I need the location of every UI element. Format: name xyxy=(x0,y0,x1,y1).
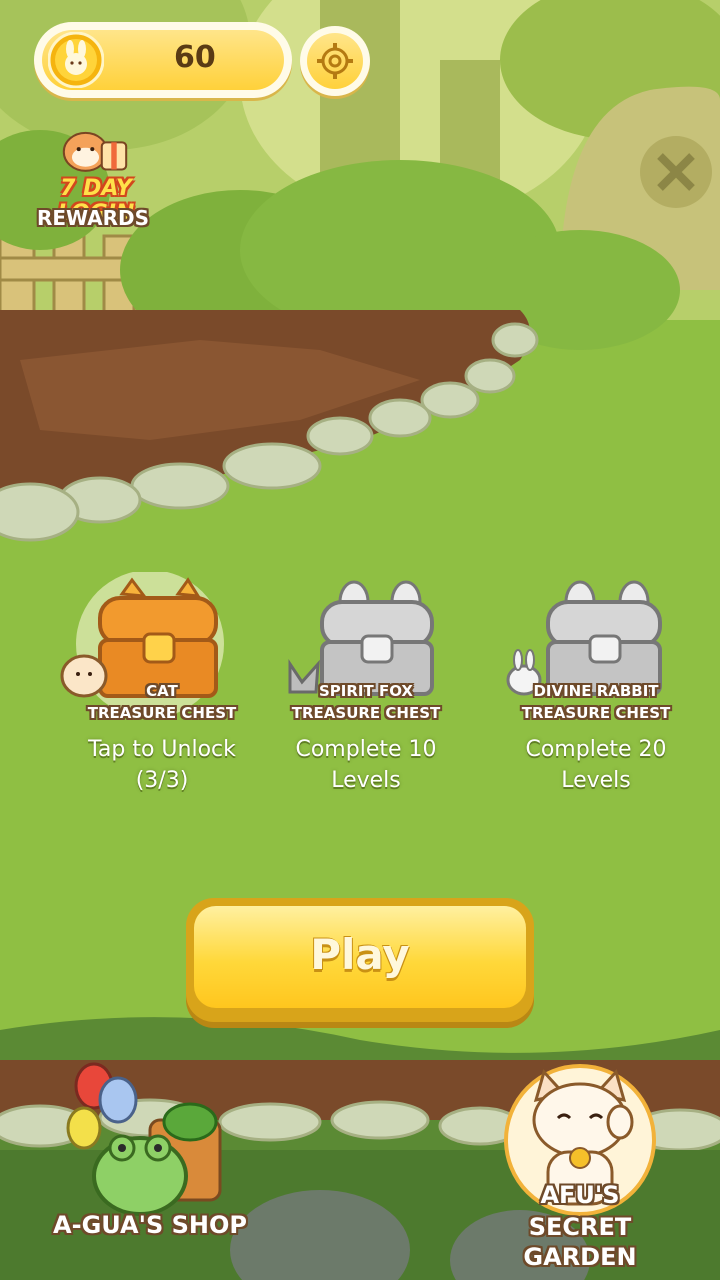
coin-count: 60 xyxy=(174,40,216,75)
fox-chest-name-line2: TREASURE CHEST xyxy=(291,704,441,722)
rabbit-chest-status-line2: Levels xyxy=(561,768,631,793)
a-gua-shop-button[interactable]: A-GUA'S SHOP xyxy=(40,1060,260,1260)
coin-balance: 60 xyxy=(34,22,292,98)
fox-chest-status-line1: Complete 10 xyxy=(295,737,437,762)
cat-treasure-chest[interactable]: CAT TREASURE CHEST Tap to Unlock (3/3) xyxy=(52,572,272,812)
cat-chest-status-line2: (3/3) xyxy=(135,768,189,793)
afu-secret-garden-button[interactable]: AFU'S SECRET GARDEN xyxy=(470,1060,690,1271)
rabbit-chest-status-line1: Complete 20 xyxy=(525,737,667,762)
play-button[interactable]: Play xyxy=(186,898,534,1022)
rabbit-chest-status: Complete 20 Levels xyxy=(486,734,706,796)
fox-chest-status: Complete 10 Levels xyxy=(256,734,476,796)
fox-chest-name-line1: SPIRIT FOX xyxy=(319,682,413,700)
frog-shop-icon xyxy=(66,1062,222,1216)
cat-chest-name-line1: CAT xyxy=(146,682,178,700)
fox-chest-status-line2: Levels xyxy=(331,768,401,793)
a-gua-shop-label: A-GUA'S SHOP xyxy=(53,1211,247,1239)
garden-label-line1: AFU'S xyxy=(540,1181,620,1209)
bunny-coin-icon xyxy=(48,32,104,88)
cat-chest-status-line1: Tap to Unlock xyxy=(88,737,236,762)
play-button-label: Play xyxy=(310,930,410,979)
settings-button[interactable] xyxy=(300,26,370,96)
garden-label-line2: SECRET GARDEN xyxy=(523,1213,637,1271)
divine-rabbit-treasure-chest[interactable]: DIVINE RABBIT TREASURE CHEST Complete 20… xyxy=(486,572,706,812)
cat-chest-status: Tap to Unlock (3/3) xyxy=(52,734,272,796)
login-rewards-label: REWARDS xyxy=(36,206,150,230)
rabbit-chest-name-line1: DIVINE RABBIT xyxy=(533,682,659,700)
spirit-fox-treasure-chest[interactable]: SPIRIT FOX TREASURE CHEST Complete 10 Le… xyxy=(256,572,476,812)
rabbit-chest-name-line2: TREASURE CHEST xyxy=(521,704,671,722)
play-button-face: Play xyxy=(194,906,526,1008)
gear-icon xyxy=(317,43,353,79)
cat-chest-name-line2: TREASURE CHEST xyxy=(87,704,237,722)
